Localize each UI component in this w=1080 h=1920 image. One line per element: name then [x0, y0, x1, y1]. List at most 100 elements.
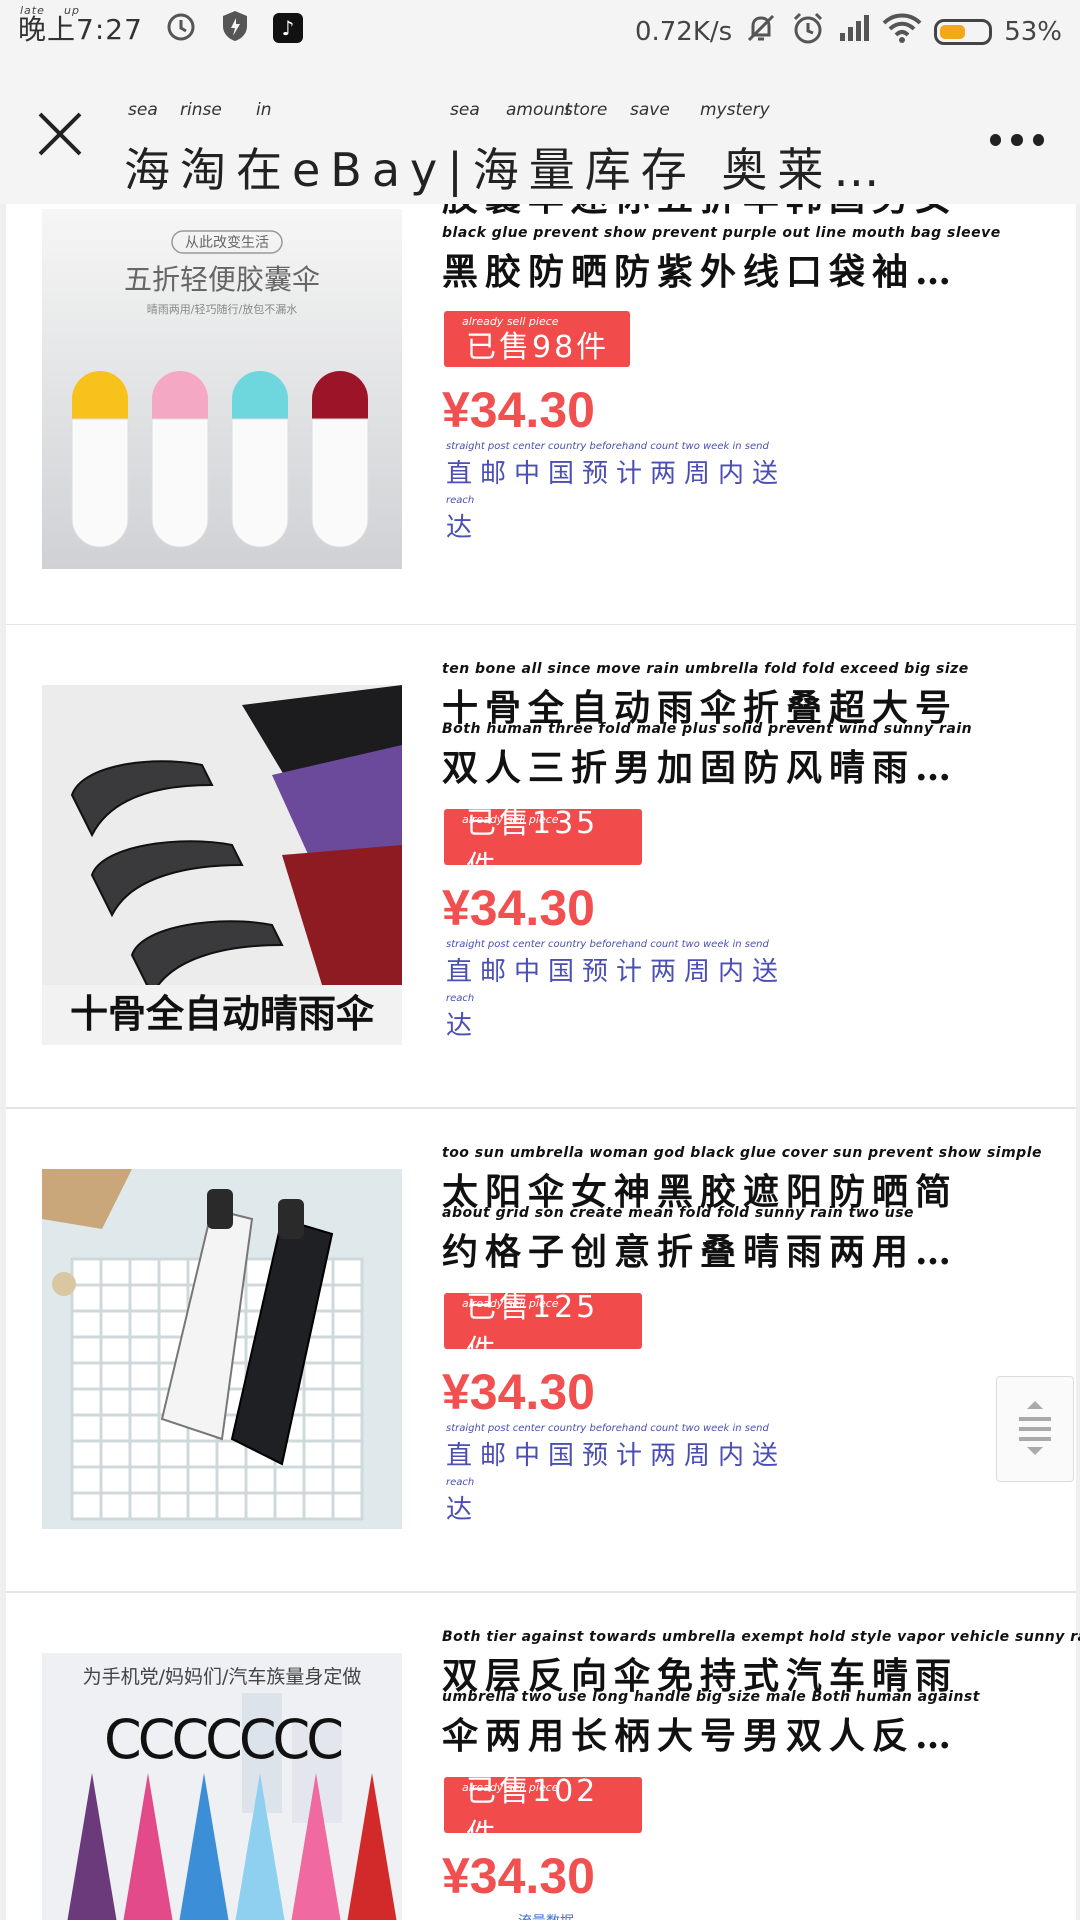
- sold-count: 已售98件: [466, 330, 610, 365]
- dot: [1032, 134, 1044, 146]
- image-subline: 晴雨两用/轻巧随行/放包不漏水: [147, 302, 297, 316]
- title-gloss: rinse: [180, 100, 222, 120]
- page-title: sea rinse in sea amount store save myste…: [124, 100, 884, 197]
- sold-gloss: already sell piece: [462, 315, 559, 328]
- sold-gloss: already sell piece: [462, 1297, 559, 1310]
- product-price: ¥34.30: [442, 1848, 595, 1904]
- dot: [990, 134, 1002, 146]
- shipping-gloss: straight post center country beforehand …: [446, 1423, 769, 1434]
- shipping-text: 直邮中国预计两周内送: [446, 459, 787, 489]
- product-info: ten bone all since move rain umbrella fo…: [442, 661, 1042, 1041]
- title-line: umbrella two use long handle big size ma…: [442, 1689, 1042, 1757]
- product-card[interactable]: too sun umbrella woman god black glue co…: [6, 1108, 1076, 1592]
- title-line: about grid son create mean fold fold sun…: [442, 1205, 1042, 1273]
- product-image[interactable]: 从此改变生活 五折轻便胶囊伞 晴雨两用/轻巧随行/放包不漏水: [42, 209, 402, 569]
- capsule-umbrella-body: [151, 418, 209, 548]
- sold-count-badge: already sell piece 已售102件: [444, 1774, 642, 1853]
- sold-count: 已售125件: [466, 1290, 599, 1369]
- clock-gloss: up: [64, 4, 80, 17]
- battery-icon: [934, 18, 993, 45]
- shield-icon: [219, 9, 251, 47]
- title-gloss: sea: [128, 100, 158, 120]
- wifi-icon: [882, 13, 922, 50]
- title-gloss: in: [256, 100, 272, 120]
- clock-gloss: late: [20, 4, 45, 17]
- title-gloss: sea: [450, 100, 480, 120]
- title-line: 胶囊伞迷你五折伞韩国男女: [442, 204, 1042, 225]
- image-hook-letters: CCCCCCC: [104, 1708, 341, 1771]
- product-card[interactable]: 为手机党/妈妈们/汽车族量身定做 CCCCCCC Both tier again…: [6, 1592, 1080, 1920]
- shipping-info: straight post center country beforehand …: [446, 1423, 846, 1525]
- sold-count-badge: already sell piece 已售98件: [444, 311, 630, 367]
- shipping-text: 直邮中国预计两周内送: [446, 957, 787, 987]
- sold-count-badge: already sell piece 已售125件: [444, 1290, 642, 1369]
- watermark-text: 流量数据: [518, 1911, 574, 1920]
- title-gloss: ten bone all since move rain umbrella fo…: [442, 661, 969, 677]
- alarm-clock-icon: [165, 10, 197, 46]
- title-gloss: about grid son create mean fold fold sun…: [442, 1205, 915, 1221]
- product-image[interactable]: 为手机党/妈妈们/汽车族量身定做 CCCCCCC: [42, 1653, 402, 1920]
- title-line: Both tier against towards umbrella exemp…: [442, 1629, 1080, 1697]
- title-gloss: Both human three fold male plus solid pr…: [442, 721, 973, 737]
- alarm-icon: [790, 10, 826, 53]
- battery-percent: 53%: [1004, 16, 1062, 47]
- product-title-line2[interactable]: 约格子创意折叠晴雨两用…: [442, 1223, 958, 1275]
- scroll-top-icon: [1019, 1401, 1051, 1455]
- shipping-gloss: reach: [446, 993, 475, 1004]
- product-info: too sun umbrella woman god black glue co…: [442, 1145, 1043, 1525]
- product-image[interactable]: 十骨全自动晴雨伞: [42, 685, 402, 1045]
- shipping-text: 直邮中国预计两周内送: [446, 1441, 787, 1471]
- tiktok-icon: ♪: [272, 13, 303, 43]
- product-list: 从此改变生活 五折轻便胶囊伞 晴雨两用/轻巧随行/放包不漏水 胶囊伞迷你五折伞韩…: [0, 204, 1080, 1920]
- title-line: too sun umbrella woman god black glue co…: [442, 1145, 1043, 1213]
- more-options-button[interactable]: [990, 134, 1044, 148]
- title-gloss: save: [630, 100, 670, 120]
- clock: late up 晚上7:27: [18, 4, 143, 48]
- shipping-text: 达: [446, 1495, 473, 1525]
- sold-gloss: already sell piece: [462, 813, 559, 826]
- dot: [1011, 134, 1023, 146]
- product-info: 胶囊伞迷你五折伞韩国男女 black glue prevent show pre…: [442, 204, 1042, 543]
- title-gloss: mystery: [700, 100, 770, 120]
- bell-muted-icon: [744, 11, 778, 52]
- capsule-umbrella-body: [311, 418, 369, 548]
- status-bar: late up 晚上7:27 ♪ 0.72K/s 53%: [0, 0, 1080, 62]
- scroll-to-top-button[interactable]: [996, 1376, 1074, 1482]
- sold-count-badge: already sell piece 已售135件: [444, 806, 642, 885]
- image-caption: 十骨全自动晴雨伞: [70, 992, 375, 1036]
- title-gloss: black glue prevent show prevent purple o…: [442, 225, 1001, 241]
- title-gloss: too sun umbrella woman god black glue co…: [442, 1145, 1043, 1161]
- product-title-line1[interactable]: 胶囊伞迷你五折伞韩国男女: [442, 204, 958, 221]
- clock-text: 晚上7:27: [18, 13, 143, 46]
- image-badge-text: 从此改变生活: [185, 235, 269, 251]
- product-card[interactable]: 十骨全自动晴雨伞 ten bone all since move rain um…: [6, 624, 1076, 1108]
- product-title-line2[interactable]: 黑胶防晒防紫外线口袋袖…: [442, 243, 958, 295]
- product-price: ¥34.30: [442, 382, 595, 438]
- navigation-bar: sea rinse in sea amount store save myste…: [0, 62, 1080, 205]
- close-icon: [38, 112, 82, 156]
- title-line: Both human three fold male plus solid pr…: [442, 721, 1042, 789]
- cellular-signal-icon: [838, 13, 870, 50]
- sold-count: 已售102件: [466, 1774, 599, 1853]
- image-headline: 为手机党/妈妈们/汽车族量身定做: [83, 1666, 362, 1688]
- network-speed: 0.72K/s: [634, 16, 733, 47]
- page-title-text: 海淘在eBay|海量库存 奥莱…: [124, 143, 890, 197]
- product-price: ¥34.30: [442, 1364, 595, 1420]
- product-title-line2[interactable]: 伞两用长柄大号男双人反…: [442, 1707, 958, 1759]
- product-card[interactable]: 从此改变生活 五折轻便胶囊伞 晴雨两用/轻巧随行/放包不漏水 胶囊伞迷你五折伞韩…: [6, 204, 1076, 636]
- shipping-info: straight post center country beforehand …: [446, 939, 846, 1041]
- product-title-line2[interactable]: 双人三折男加固防风晴雨…: [442, 739, 958, 791]
- product-image[interactable]: [42, 1169, 402, 1529]
- capsule-umbrella-body: [231, 418, 289, 548]
- shipping-gloss: reach: [446, 1477, 475, 1488]
- close-button[interactable]: [30, 104, 90, 164]
- sold-gloss: already sell piece: [462, 1781, 559, 1794]
- shipping-gloss: reach: [446, 495, 475, 506]
- shipping-text: 达: [446, 513, 473, 543]
- product-price: ¥34.30: [442, 880, 595, 936]
- sold-count: 已售135件: [466, 806, 599, 885]
- image-headline: 五折轻便胶囊伞: [124, 263, 320, 296]
- title-line: black glue prevent show prevent purple o…: [442, 225, 1042, 293]
- title-line: ten bone all since move rain umbrella fo…: [442, 661, 1042, 729]
- title-gloss: store: [564, 100, 608, 120]
